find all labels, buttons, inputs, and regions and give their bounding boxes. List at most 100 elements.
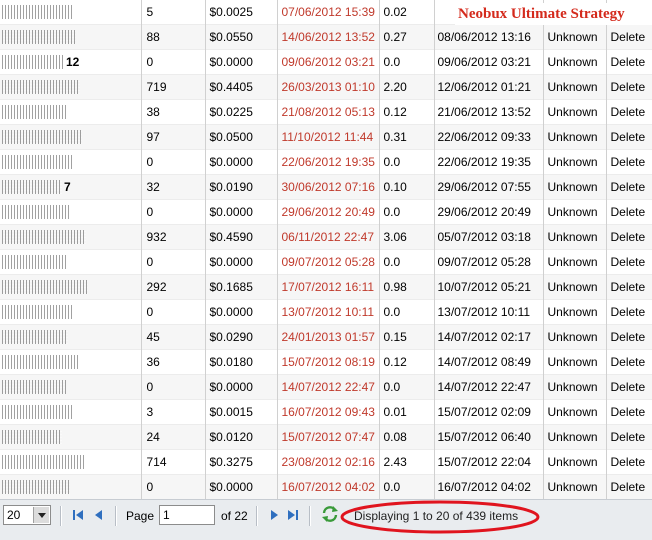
username-cell [0, 199, 142, 225]
username-cell [0, 224, 142, 250]
referral-since-cell: 29/06/2012 07:55 [434, 174, 544, 200]
delete-link[interactable]: Delete [606, 250, 652, 275]
obscured-username [2, 130, 82, 145]
table-row[interactable]: 0 $0.0000 16/07/2012 04:02 0.0 16/07/2012 04… [0, 474, 652, 500]
referral-since-cell: 13/07/2012 10:11 [434, 299, 544, 325]
last-click-cell: 09/07/2012 05:28 [277, 249, 380, 275]
table-row[interactable]: 932 $0.4590 06/11/2012 22:47 3.06 05/07/2012… [0, 224, 652, 250]
table-row[interactable]: 3 $0.0015 16/07/2012 09:43 0.01 15/07/2012 0… [0, 399, 652, 425]
referral-since-cell: 08/06/2012 13:16 [434, 24, 544, 50]
table-row[interactable]: 0 $0.0000 29/06/2012 20:49 0.0 29/06/2012 20… [0, 199, 652, 225]
table-row[interactable]: 719 $0.4405 26/03/2013 01:10 2.20 12/06/2012… [0, 74, 652, 100]
average-cell: 0.0 [379, 249, 435, 275]
earned-cell: $0.0000 [205, 249, 278, 275]
delete-link[interactable]: Delete [606, 350, 652, 375]
average-cell: 0.0 [379, 199, 435, 225]
pager-divider [115, 506, 116, 526]
next-page-icon[interactable] [268, 509, 280, 521]
delete-link[interactable]: Delete [606, 324, 652, 350]
referral-since-cell: 09/07/2012 05:28 [434, 249, 544, 275]
page-label: Page [126, 509, 155, 523]
referral-source-cell: Unknown [543, 99, 607, 125]
username-cell [0, 299, 142, 325]
table-row[interactable]: 0 $0.0000 14/07/2012 22:47 0.0 14/07/2012 22… [0, 374, 652, 400]
earned-cell: $0.0500 [205, 124, 278, 150]
table-row[interactable]: 12 0 $0.0000 09/06/2012 03:21 0.0 09/06/2012 … [0, 49, 652, 75]
delete-link[interactable]: Delete [606, 274, 652, 300]
earned-cell: $0.0290 [205, 324, 278, 350]
clicks-cell: 45 [141, 324, 206, 350]
delete-link[interactable]: Delete [606, 224, 652, 250]
delete-link[interactable]: Delete [606, 50, 652, 75]
table-row[interactable]: 97 $0.0500 11/10/2012 11:44 0.31 22/06/2012 … [0, 124, 652, 150]
delete-link[interactable]: Delete [606, 74, 652, 100]
referral-source-cell: Unknown [543, 299, 607, 325]
delete-link[interactable]: Delete [606, 124, 652, 150]
table-row[interactable]: 45 $0.0290 24/01/2013 01:57 0.15 14/07/2012 … [0, 324, 652, 350]
delete-link[interactable]: Delete [606, 174, 652, 200]
clicks-cell: 0 [141, 199, 206, 225]
delete-link[interactable]: Delete [606, 400, 652, 425]
table-row[interactable]: 24 $0.0120 15/07/2012 07:47 0.08 15/07/2012 … [0, 424, 652, 450]
average-cell: 0.0 [379, 374, 435, 400]
username-cell [0, 424, 142, 450]
last-click-cell: 11/10/2012 11:44 [277, 124, 380, 150]
referral-since-cell: 14/07/2012 22:47 [434, 374, 544, 400]
table-row[interactable]: 88 $0.0550 14/06/2012 13:52 0.27 08/06/2012 … [0, 24, 652, 50]
average-cell: 0.01 [379, 399, 435, 425]
earned-cell: $0.0025 [205, 0, 278, 25]
chevron-down-icon[interactable] [33, 507, 49, 523]
refresh-icon[interactable] [321, 505, 339, 523]
delete-link[interactable]: Delete [606, 424, 652, 450]
earned-cell: $0.0000 [205, 299, 278, 325]
clicks-cell: 5 [141, 0, 206, 25]
last-click-cell: 06/11/2012 22:47 [277, 224, 380, 250]
table-row[interactable]: 0 $0.0000 22/06/2012 19:35 0.0 22/06/2012 19… [0, 149, 652, 175]
delete-link[interactable]: Delete [606, 474, 652, 500]
obscured-username [2, 480, 70, 495]
obscured-username [2, 255, 66, 270]
page-number-input[interactable] [159, 505, 215, 525]
table-row[interactable]: 36 $0.0180 15/07/2012 08:19 0.12 14/07/2012 … [0, 349, 652, 375]
table-row[interactable]: 292 $0.1685 17/07/2012 16:11 0.98 10/07/2012… [0, 274, 652, 300]
referral-source-cell: Unknown [543, 374, 607, 400]
per-page-select[interactable]: 20 [3, 505, 51, 525]
obscured-username [2, 155, 74, 170]
username-cell [0, 249, 142, 275]
delete-link[interactable]: Delete [606, 300, 652, 325]
earned-cell: $0.0000 [205, 374, 278, 400]
delete-link[interactable]: Delete [606, 450, 652, 475]
per-page-value: 20 [7, 508, 21, 522]
referral-source-cell: Unknown [543, 249, 607, 275]
username-cell [0, 74, 142, 100]
table-row[interactable]: 7 32 $0.0190 30/06/2012 07:16 0.10 29/06/2012… [0, 174, 652, 200]
first-page-icon[interactable] [72, 509, 84, 521]
referral-since-cell: 14/07/2012 08:49 [434, 349, 544, 375]
delete-link[interactable]: Delete [606, 24, 652, 50]
table-row[interactable]: 714 $0.3275 23/08/2012 02:16 2.43 15/07/2012… [0, 449, 652, 475]
last-page-icon[interactable] [287, 509, 299, 521]
referral-since-cell: 09/06/2012 03:21 [434, 49, 544, 75]
referral-since-cell: 22/06/2012 09:33 [434, 124, 544, 150]
table-row[interactable]: 0 $0.0000 09/07/2012 05:28 0.0 09/07/2012 05… [0, 249, 652, 275]
average-cell: 0.27 [379, 24, 435, 50]
referral-since-cell: 29/06/2012 20:49 [434, 199, 544, 225]
referral-since-cell: 15/07/2012 22:04 [434, 449, 544, 475]
table-row[interactable]: 0 $0.0000 13/07/2012 10:11 0.0 13/07/2012 10… [0, 299, 652, 325]
obscured-username [2, 105, 68, 120]
referrals-table: 5 $0.0025 07/06/2012 15:39 0.02 88 $0.0550 14/… [0, 0, 652, 500]
earned-cell: $0.0000 [205, 199, 278, 225]
last-click-cell: 15/07/2012 08:19 [277, 349, 380, 375]
username-cell [0, 449, 142, 475]
last-click-cell: 30/06/2012 07:16 [277, 174, 380, 200]
average-cell: 0.10 [379, 174, 435, 200]
delete-link[interactable]: Delete [606, 150, 652, 175]
delete-link[interactable]: Delete [606, 374, 652, 400]
pager-divider [60, 506, 61, 526]
obscured-username [2, 5, 72, 20]
delete-link[interactable]: Delete [606, 100, 652, 125]
delete-link[interactable]: Delete [606, 200, 652, 225]
clicks-cell: 3 [141, 399, 206, 425]
table-row[interactable]: 38 $0.0225 21/08/2012 05:13 0.12 21/06/2012 … [0, 99, 652, 125]
prev-page-icon[interactable] [93, 509, 105, 521]
